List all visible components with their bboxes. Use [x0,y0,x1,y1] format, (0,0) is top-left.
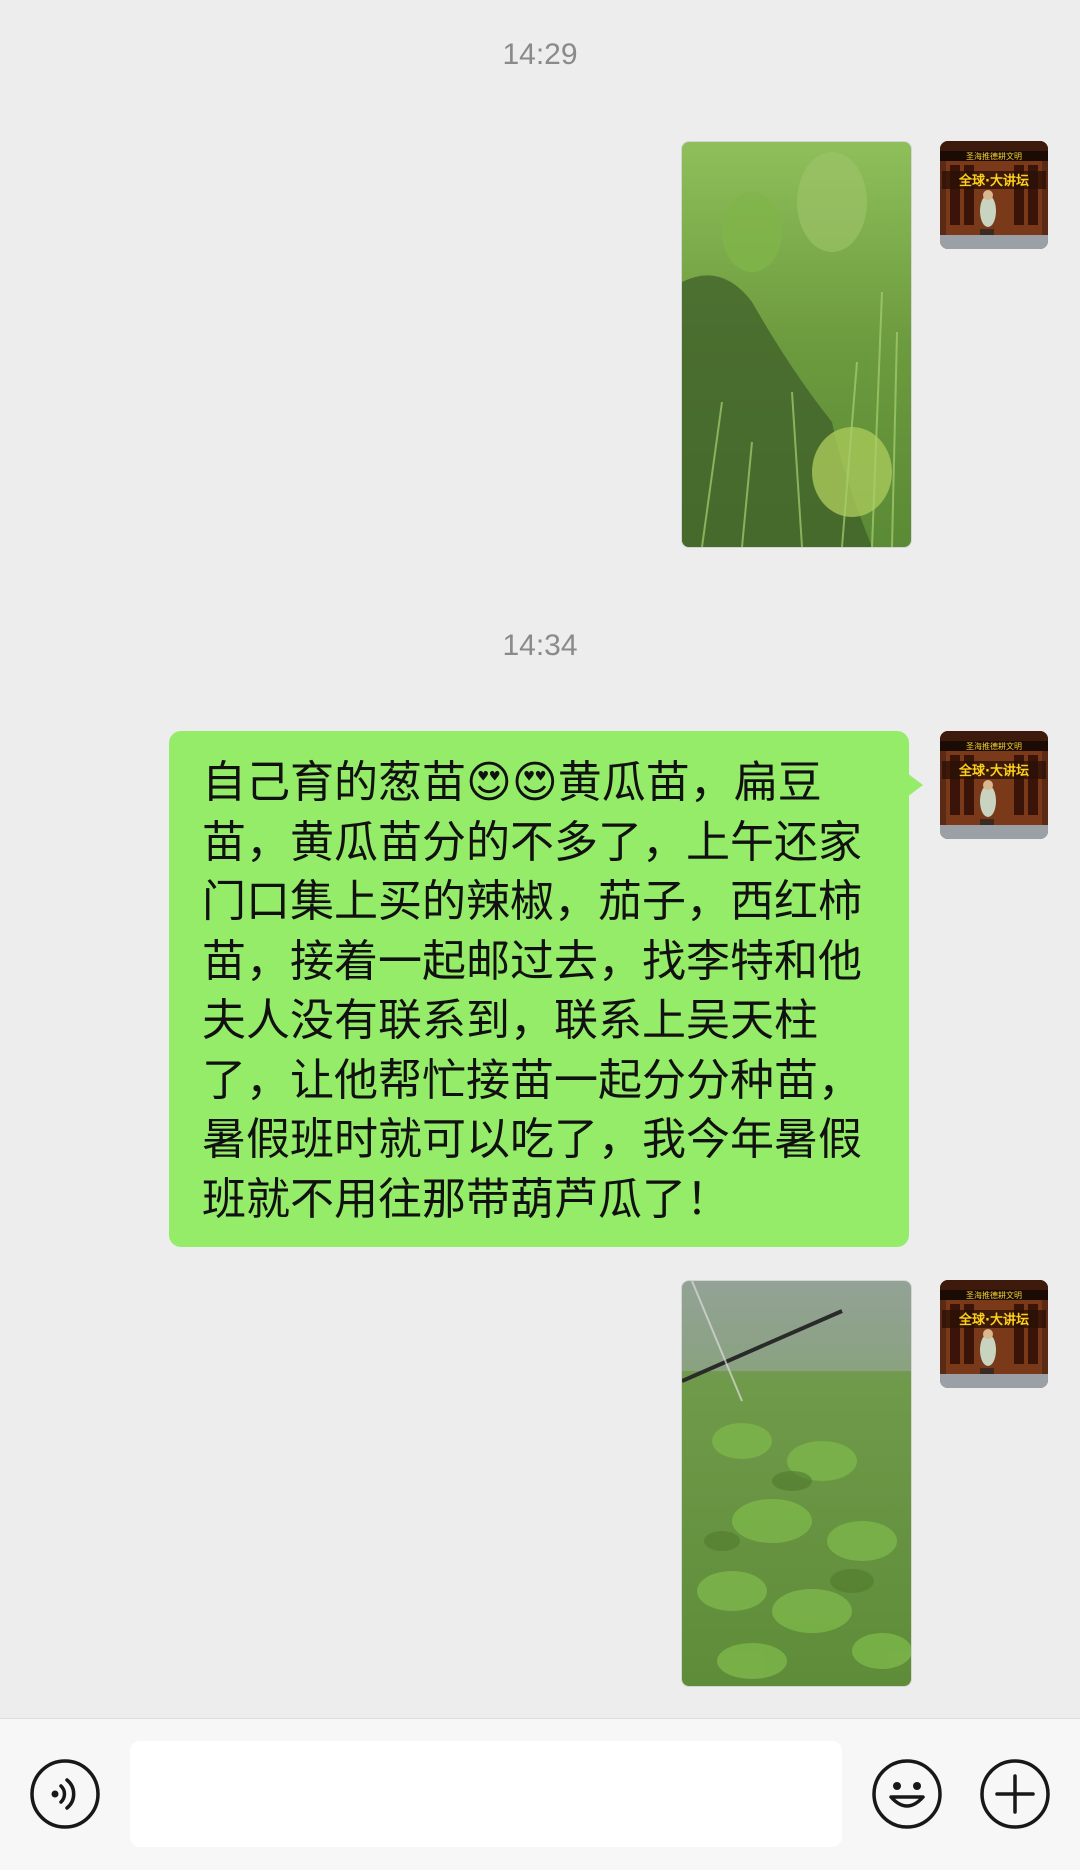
text-message-bubble[interactable]: 自己育的葱苗😍😍黄瓜苗，扁豆苗，黄瓜苗分的不多了，上午还家门口集上买的辣椒，茄子… [169,731,909,1247]
sender-avatar[interactable] [940,731,1048,839]
timestamp: 14:29 [502,38,578,71]
plus-icon[interactable] [978,1757,1052,1831]
avatar-image [940,141,1048,249]
avatar-image [940,1280,1048,1388]
seedlings-photo-image [682,1281,911,1686]
timestamp: 14:34 [502,629,578,662]
photo-message-grass[interactable] [681,141,912,548]
emoji-icon[interactable] [870,1757,944,1831]
photo-message-seedlings[interactable] [681,1280,912,1687]
sender-avatar[interactable] [940,141,1048,249]
message-text: 自己育的葱苗😍😍黄瓜苗，扁豆苗，黄瓜苗分的不多了，上午还家门口集上买的辣椒，茄子… [202,757,862,1225]
bubble-tail [907,773,923,797]
grass-photo-image [682,142,911,547]
sender-avatar[interactable] [940,1280,1048,1388]
voice-icon[interactable] [28,1757,102,1831]
input-bar [0,1718,1080,1870]
message-input[interactable] [130,1741,842,1847]
avatar-image [940,731,1048,839]
